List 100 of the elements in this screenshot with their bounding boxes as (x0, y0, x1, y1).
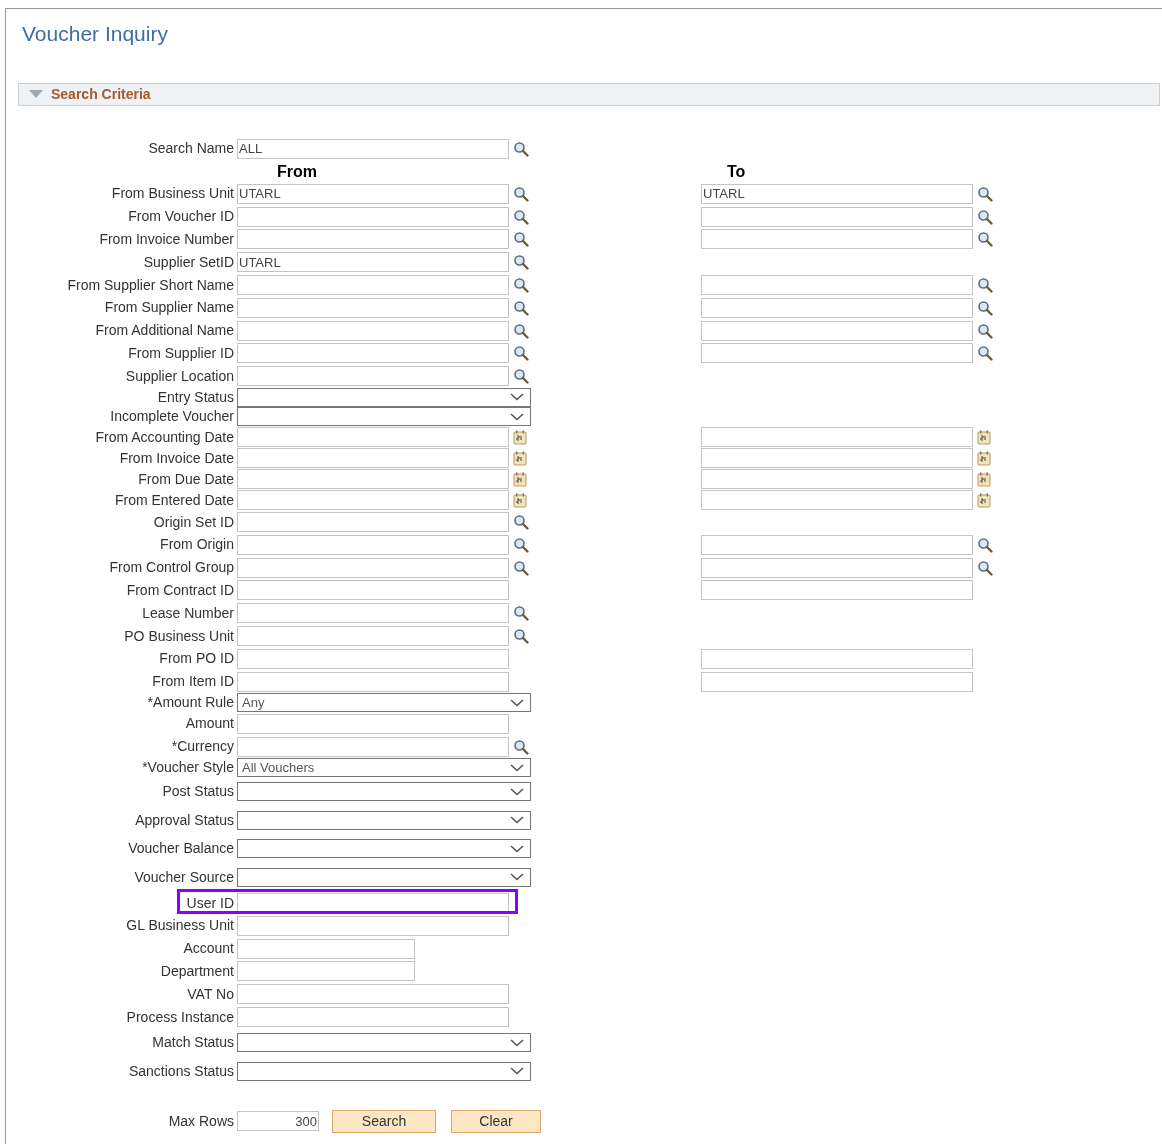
dropdown[interactable] (237, 810, 531, 830)
input-field[interactable] (237, 736, 509, 757)
input-field[interactable] (237, 343, 509, 364)
dropdown[interactable] (237, 407, 531, 427)
calendar-icon[interactable] (977, 492, 991, 508)
calendar-icon[interactable] (513, 471, 527, 487)
field-label: Department (160, 961, 234, 981)
search-icon[interactable] (513, 738, 529, 755)
search-icon[interactable] (513, 185, 529, 202)
dropdown[interactable] (237, 782, 531, 802)
input-field[interactable] (237, 984, 509, 1005)
input-field[interactable] (237, 671, 509, 692)
dropdown[interactable]: All Vouchers (237, 758, 531, 778)
dropdown[interactable]: Any (237, 693, 531, 713)
clear-button[interactable]: Clear (451, 1109, 541, 1133)
input-field[interactable]: UTARL (237, 183, 509, 204)
input-field[interactable] (701, 469, 973, 490)
search-icon[interactable] (513, 368, 529, 385)
input-field[interactable]: UTARL (237, 252, 509, 273)
search-icon[interactable] (513, 140, 529, 157)
input-field[interactable] (701, 671, 973, 692)
input-field[interactable] (237, 648, 509, 669)
chevron-down-icon (510, 816, 524, 825)
section-header[interactable]: Search Criteria (18, 83, 1160, 106)
dropdown[interactable] (237, 1061, 531, 1081)
input-field[interactable] (237, 297, 509, 318)
input-field[interactable] (701, 534, 973, 555)
calendar-icon[interactable] (513, 492, 527, 508)
search-icon[interactable] (977, 208, 993, 225)
search-icon[interactable] (513, 254, 529, 271)
input-field[interactable] (701, 206, 973, 227)
dropdown[interactable] (237, 867, 531, 887)
input-field[interactable] (237, 557, 509, 578)
search-icon[interactable] (513, 605, 529, 622)
input-field[interactable] (701, 229, 973, 250)
calendar-icon[interactable] (977, 471, 991, 487)
input-field[interactable] (237, 713, 509, 734)
field-label: Voucher Balance (128, 839, 234, 859)
input-field[interactable] (237, 938, 415, 959)
input-field[interactable] (237, 580, 509, 601)
input-field[interactable] (237, 366, 509, 387)
search-icon[interactable] (977, 345, 993, 362)
input-field[interactable] (237, 490, 509, 511)
search-button[interactable]: Search (332, 1109, 436, 1133)
search-icon[interactable] (977, 322, 993, 339)
input-field[interactable] (237, 275, 509, 296)
search-icon[interactable] (513, 322, 529, 339)
search-icon[interactable] (977, 559, 993, 576)
input-field[interactable] (701, 427, 973, 448)
input-field[interactable] (237, 534, 509, 555)
input-field[interactable] (237, 961, 415, 982)
search-icon[interactable] (513, 559, 529, 576)
search-icon[interactable] (513, 536, 529, 553)
input-field[interactable] (701, 343, 973, 364)
chevron-down-icon (510, 873, 524, 882)
input-field[interactable] (237, 320, 509, 341)
dropdown[interactable] (237, 387, 531, 407)
input-field[interactable] (237, 893, 509, 914)
input-field[interactable] (701, 448, 973, 469)
field-label: Max Rows (168, 1111, 234, 1131)
calendar-icon[interactable] (513, 450, 527, 466)
search-icon[interactable] (513, 628, 529, 645)
search-icon[interactable] (977, 185, 993, 202)
input-field[interactable] (237, 915, 509, 936)
input-field[interactable] (701, 297, 973, 318)
field-label: From Voucher ID (128, 207, 234, 227)
search-icon[interactable] (513, 208, 529, 225)
input-field[interactable] (237, 427, 509, 448)
search-icon[interactable] (977, 299, 993, 316)
dropdown[interactable] (237, 839, 531, 859)
input-field[interactable] (237, 469, 509, 490)
input-field[interactable]: UTARL (701, 183, 973, 204)
calendar-icon[interactable] (977, 429, 991, 445)
input-field[interactable]: 300 (237, 1111, 319, 1132)
field-label: From Control Group (109, 558, 234, 578)
search-icon[interactable] (513, 514, 529, 531)
input-field[interactable] (237, 626, 509, 647)
input-field[interactable] (701, 320, 973, 341)
search-icon[interactable] (977, 536, 993, 553)
calendar-icon[interactable] (513, 429, 527, 445)
search-icon[interactable] (977, 277, 993, 294)
input-field[interactable] (237, 603, 509, 624)
input-field[interactable] (701, 490, 973, 511)
search-icon[interactable] (513, 277, 529, 294)
input-field[interactable] (237, 512, 509, 533)
input-field[interactable] (701, 648, 973, 669)
search-icon[interactable] (977, 231, 993, 248)
input-field[interactable]: ALL (237, 138, 509, 159)
input-field[interactable] (237, 448, 509, 469)
search-icon[interactable] (513, 299, 529, 316)
input-field[interactable] (701, 580, 973, 601)
input-field[interactable] (701, 275, 973, 296)
input-field[interactable] (237, 206, 509, 227)
input-field[interactable] (237, 1007, 509, 1027)
input-field[interactable] (237, 229, 509, 250)
dropdown[interactable] (237, 1033, 531, 1053)
calendar-icon[interactable] (977, 450, 991, 466)
search-icon[interactable] (513, 231, 529, 248)
input-field[interactable] (701, 557, 973, 578)
search-icon[interactable] (513, 345, 529, 362)
